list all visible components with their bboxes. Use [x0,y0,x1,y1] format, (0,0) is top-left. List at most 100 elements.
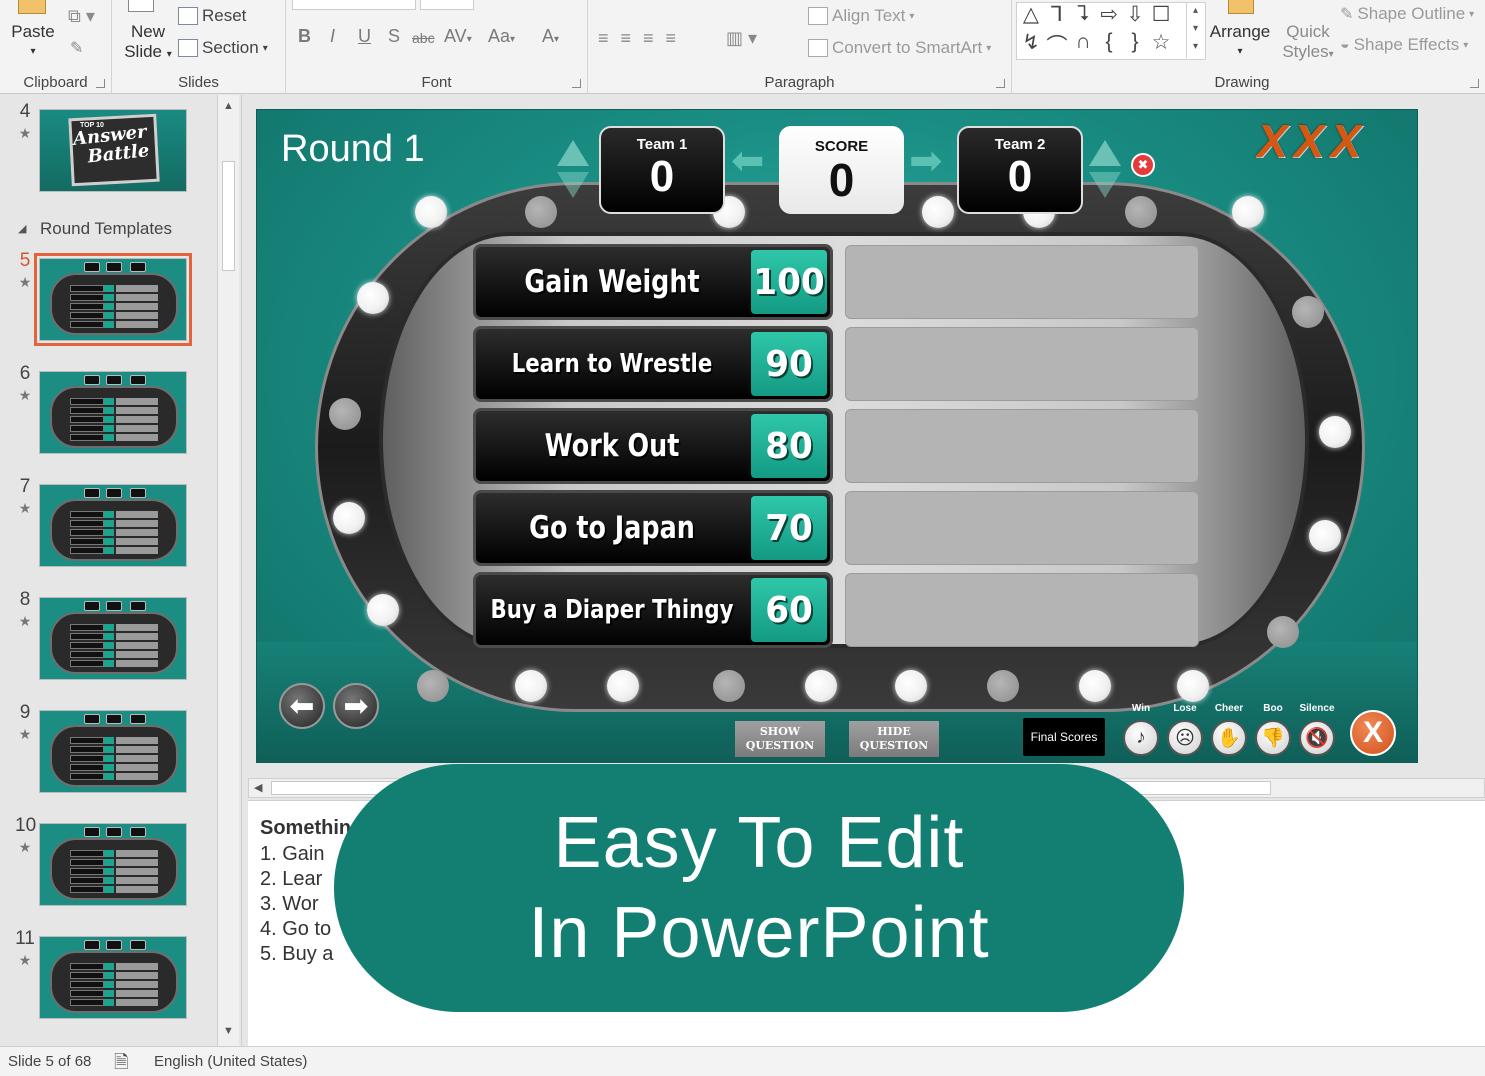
paste-button[interactable]: Paste ▾ [8,22,58,62]
lightning-shape-icon[interactable]: ↯ [1018,30,1044,55]
elbow-connector-icon[interactable]: ⅂ [1044,2,1070,27]
curve-shape-icon[interactable]: ∩ [1070,30,1096,54]
sound-silence-icon: 🔇 [1305,728,1329,749]
right-brace-icon[interactable]: } [1122,30,1148,54]
answer-row[interactable]: Buy a Diaper Thingy 60 [473,572,833,648]
hide-question-button[interactable]: HIDE QUESTION [849,721,939,757]
answer-text: Go to Japan [529,510,695,546]
score-left-arrow-icon[interactable]: ⬅ [731,138,765,184]
team1-up-arrow-icon[interactable] [557,140,589,166]
slide-thumbnail-6[interactable] [39,371,187,454]
bold-button[interactable]: B [298,26,311,47]
answer-text: Work Out [544,428,680,464]
shape-outline-button[interactable]: ✎ Shape Outline ▾ [1340,4,1474,24]
underline-button[interactable]: U [358,26,371,47]
close-game-button[interactable]: X [1350,710,1396,756]
rectangle-shape-icon[interactable]: ☐ [1148,2,1174,27]
scroll-down-icon[interactable]: ▼ [223,1025,234,1037]
hide-label-2: QUESTION [859,739,929,752]
slide-thumbnail-5[interactable] [34,253,192,346]
new-slide-button[interactable]: New Slide ▾ [116,22,180,65]
paste-label: Paste [11,22,55,41]
shape-effects-button[interactable]: ◒ Shape Effects ▾ [1340,35,1468,55]
language-status[interactable]: English (United States) [154,1053,307,1070]
align-text-button[interactable]: Align Text ▾ [808,6,914,26]
font-name-box[interactable] [292,0,416,10]
mini-blank-cell [116,999,158,1006]
scroll-left-icon[interactable]: ◀ [254,781,262,794]
scroll-thumb[interactable] [222,161,235,271]
paragraph-launcher-icon[interactable] [996,79,1005,88]
section-button[interactable]: Section ▾ [178,38,268,58]
quick-styles-button[interactable]: Quick Styles▾ [1278,22,1338,65]
font-group-label: Font [421,74,452,91]
mini-score-box [84,714,100,724]
slide-thumbnail-7[interactable] [39,484,187,567]
slide-thumbnail-4[interactable]: TOP 10 Answer Battle [39,109,187,192]
text-shadow-button[interactable]: S [388,26,400,47]
gallery-scroll-icon[interactable]: ▴ ▾ ▾ [1186,2,1204,58]
italic-button[interactable]: I [330,26,335,47]
spellcheck-icon[interactable]: 🗎 [114,1050,128,1076]
font-color-button[interactable]: A▾ [542,26,559,47]
thumbnail-scrollbar[interactable]: ▲ ▼ [217,95,239,1046]
score-right-arrow-icon[interactable]: ➡ [909,138,943,184]
hidden-answer-cell[interactable] [845,327,1199,401]
format-painter-icon[interactable]: ✎ [70,38,83,58]
right-arrow-shape-icon[interactable]: ⇨ [1096,2,1122,27]
hidden-answer-cell[interactable] [845,409,1199,483]
answer-row[interactable]: Gain Weight 100 [473,244,833,320]
team2-down-arrow-icon[interactable] [1089,172,1121,198]
change-case-button[interactable]: Aa▾ [488,26,515,47]
sound-lose-button[interactable]: ☹ [1167,720,1203,756]
elbow-arrow-icon[interactable]: ⮧ [1070,2,1096,26]
section-header[interactable]: Round Templates [40,219,172,239]
scroll-up-icon[interactable]: ▲ [223,100,234,112]
answer-row[interactable]: Learn to Wrestle 90 [473,326,833,402]
reset-button[interactable]: Reset [178,6,246,26]
alignment-icons[interactable]: ≡≡≡≡ [598,28,688,49]
arc-shape-icon[interactable]: ⌒ [1044,30,1070,60]
triangle-shape-icon[interactable]: △ [1018,2,1044,27]
arrange-button[interactable]: Arrange ▾ [1208,22,1272,62]
team2-up-arrow-icon[interactable] [1089,140,1121,166]
convert-smartart-button[interactable]: Convert to SmartArt ▾ [808,38,991,58]
slide-thumbnail-9[interactable] [39,710,187,793]
slide-thumbnail-10[interactable] [39,823,187,906]
mini-blank-cell [116,877,158,884]
copy-icon[interactable]: ⧉ ▾ [68,6,95,27]
final-scores-button[interactable]: Final Scores [1023,718,1105,756]
animation-star-icon: ★ [18,387,32,403]
drawing-launcher-icon[interactable] [1470,79,1479,88]
columns-icon[interactable]: ▥ ▾ [726,28,757,49]
reset-eraser-icon[interactable]: ✖ [1131,153,1155,177]
hidden-answer-cell[interactable] [845,245,1199,319]
show-question-button[interactable]: SHOW QUESTION [735,721,825,757]
clipboard-launcher-icon[interactable] [96,79,105,88]
sound-win-button[interactable]: ♪ [1123,720,1159,756]
character-spacing-button[interactable]: AV▾ [444,26,472,47]
font-launcher-icon[interactable] [572,79,581,88]
answer-row[interactable]: Go to Japan 70 [473,490,833,566]
previous-slide-button[interactable]: ⬅ [279,683,325,729]
strike-marks[interactable]: XXX [1257,114,1367,168]
hidden-answer-cell[interactable] [845,491,1199,565]
slide-thumbnail-8[interactable] [39,597,187,680]
powerpoint-window: Paste ▾ ⧉ ▾ ✎ Clipboard New Slide ▾ Reset… [0,0,1485,1076]
team1-down-arrow-icon[interactable] [557,172,589,198]
slide-thumbnail-11[interactable] [39,936,187,1019]
sound-cheer-button[interactable]: ✋ [1211,720,1247,756]
font-size-box[interactable] [420,0,474,10]
hidden-answer-cell[interactable] [845,573,1199,647]
left-brace-icon[interactable]: { [1096,30,1122,54]
sound-silence-button[interactable]: 🔇 [1299,720,1335,756]
light-bulb [415,196,447,228]
collapse-triangle-icon[interactable]: ◢ [18,222,26,235]
slide-canvas[interactable]: Round 1 XXX ⬅ ➡ Team 1 0 SCORE 0 Team 2 … [256,109,1418,763]
star-shape-icon[interactable]: ☆ [1148,30,1174,55]
strikethrough-button[interactable]: abc [412,30,435,46]
answer-row[interactable]: Work Out 80 [473,408,833,484]
next-slide-button[interactable]: ➡ [333,683,379,729]
down-arrow-shape-icon[interactable]: ⇩ [1122,2,1148,27]
sound-boo-button[interactable]: 👎 [1255,720,1291,756]
